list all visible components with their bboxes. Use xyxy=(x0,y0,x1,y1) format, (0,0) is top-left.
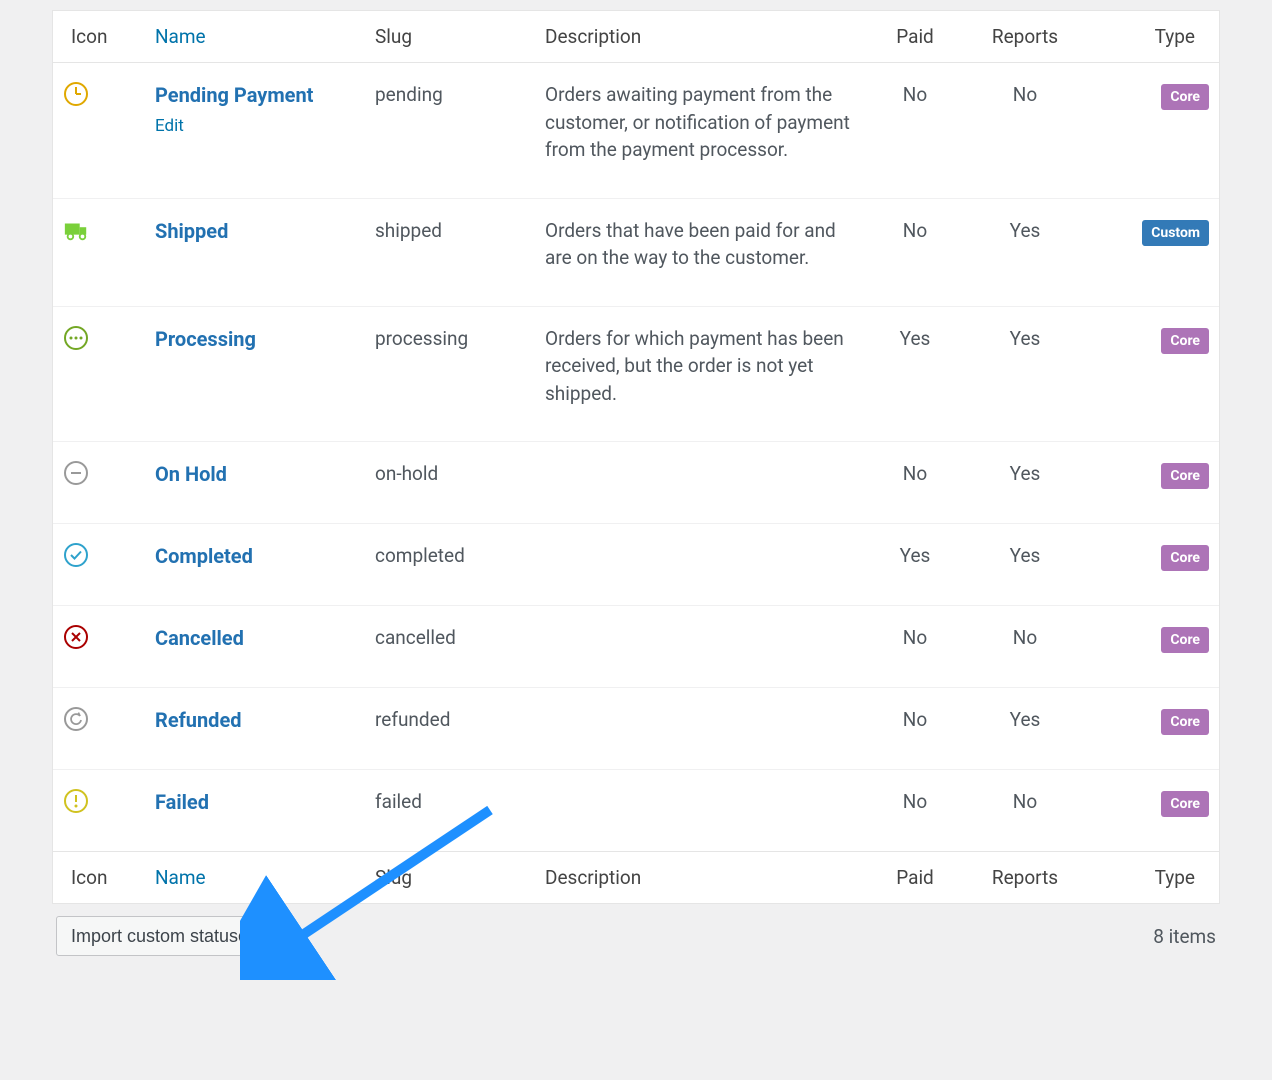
refund-icon xyxy=(53,688,145,770)
status-description xyxy=(535,688,865,770)
status-name-link[interactable]: Pending Payment xyxy=(155,83,313,107)
col-header-reports: Reports xyxy=(965,11,1085,63)
status-reports: No xyxy=(965,606,1085,688)
import-custom-statuses-button[interactable]: Import custom statuses xyxy=(56,916,272,956)
type-badge-core: Core xyxy=(1161,709,1209,735)
status-name-link[interactable]: On Hold xyxy=(155,462,227,486)
status-name-cell: Refunded xyxy=(145,688,365,770)
col-footer-name[interactable]: Name xyxy=(145,851,365,903)
status-type: Core xyxy=(1085,442,1219,524)
col-footer-slug: Slug xyxy=(365,851,535,903)
dots-icon xyxy=(53,307,145,443)
status-name-link[interactable]: Failed xyxy=(155,790,209,814)
col-footer-description: Description xyxy=(535,851,865,903)
status-description xyxy=(535,770,865,851)
status-table: Icon Name Slug Description Paid Reports … xyxy=(52,10,1220,904)
status-description xyxy=(535,524,865,606)
status-slug: pending xyxy=(365,63,535,199)
status-description xyxy=(535,442,865,524)
status-slug: shipped xyxy=(365,199,535,307)
status-name-cell: On Hold xyxy=(145,442,365,524)
type-badge-custom: Custom xyxy=(1142,220,1209,246)
status-paid: Yes xyxy=(865,307,965,443)
status-type: Core xyxy=(1085,307,1219,443)
status-slug: processing xyxy=(365,307,535,443)
table-row: Processing processingOrders for which pay… xyxy=(53,307,1219,443)
table-row: Cancelled cancelled NoNo Core xyxy=(53,606,1219,688)
alert-icon xyxy=(53,770,145,851)
table-row: Pending Payment Edit pendingOrders awaitin… xyxy=(53,63,1219,199)
table-row: Completed completed YesYes Core xyxy=(53,524,1219,606)
status-reports: Yes xyxy=(965,307,1085,443)
status-type: Core xyxy=(1085,770,1219,851)
col-footer-type: Type xyxy=(1085,851,1219,903)
status-reports: No xyxy=(965,770,1085,851)
type-badge-core: Core xyxy=(1161,791,1209,817)
status-slug: on-hold xyxy=(365,442,535,524)
type-badge-core: Core xyxy=(1161,545,1209,571)
status-name-link[interactable]: Cancelled xyxy=(155,626,244,650)
col-footer-paid: Paid xyxy=(865,851,965,903)
status-paid: No xyxy=(865,63,965,199)
table-row: Shipped shippedOrders that have been paid… xyxy=(53,199,1219,307)
col-header-description: Description xyxy=(535,11,865,63)
table-row: On Hold on-hold NoYes Core xyxy=(53,442,1219,524)
status-slug: refunded xyxy=(365,688,535,770)
status-reports: Yes xyxy=(965,199,1085,307)
status-name-cell: Shipped xyxy=(145,199,365,307)
status-description xyxy=(535,606,865,688)
status-paid: No xyxy=(865,688,965,770)
status-slug: completed xyxy=(365,524,535,606)
status-name-cell: Completed xyxy=(145,524,365,606)
status-paid: No xyxy=(865,442,965,524)
status-name-link[interactable]: Shipped xyxy=(155,219,228,243)
col-header-slug: Slug xyxy=(365,11,535,63)
status-reports: Yes xyxy=(965,442,1085,524)
status-type: Core xyxy=(1085,606,1219,688)
status-name-link[interactable]: Processing xyxy=(155,327,256,351)
col-footer-icon: Icon xyxy=(53,851,145,903)
x-icon xyxy=(53,606,145,688)
col-header-icon: Icon xyxy=(53,11,145,63)
status-reports: No xyxy=(965,63,1085,199)
status-name-link[interactable]: Refunded xyxy=(155,708,242,732)
check-icon xyxy=(53,524,145,606)
type-badge-core: Core xyxy=(1161,84,1209,110)
type-badge-core: Core xyxy=(1161,328,1209,354)
table-row: Failed failed NoNo Core xyxy=(53,770,1219,851)
edit-link[interactable]: Edit xyxy=(155,116,184,136)
status-slug: failed xyxy=(365,770,535,851)
status-type: Core xyxy=(1085,63,1219,199)
status-paid: No xyxy=(865,606,965,688)
truck-icon xyxy=(53,199,145,307)
status-slug: cancelled xyxy=(365,606,535,688)
status-reports: Yes xyxy=(965,524,1085,606)
item-count: 8 items xyxy=(1153,925,1216,948)
status-type: Core xyxy=(1085,524,1219,606)
status-reports: Yes xyxy=(965,688,1085,770)
clock-icon xyxy=(53,63,145,199)
status-name-cell: Pending Payment Edit xyxy=(145,63,365,199)
col-header-type: Type xyxy=(1085,11,1219,63)
type-badge-core: Core xyxy=(1161,463,1209,489)
table-row: Refunded refunded NoYes Core xyxy=(53,688,1219,770)
status-description: Orders for which payment has been receiv… xyxy=(535,307,865,443)
status-description: Orders awaiting payment from the custome… xyxy=(535,63,865,199)
status-type: Core xyxy=(1085,688,1219,770)
status-paid: No xyxy=(865,199,965,307)
status-name-cell: Failed xyxy=(145,770,365,851)
status-type: Custom xyxy=(1085,199,1219,307)
status-paid: Yes xyxy=(865,524,965,606)
col-header-name[interactable]: Name xyxy=(145,11,365,63)
status-paid: No xyxy=(865,770,965,851)
status-name-cell: Processing xyxy=(145,307,365,443)
col-footer-reports: Reports xyxy=(965,851,1085,903)
col-header-paid: Paid xyxy=(865,11,965,63)
status-description: Orders that have been paid for and are o… xyxy=(535,199,865,307)
minus-icon xyxy=(53,442,145,524)
status-name-link[interactable]: Completed xyxy=(155,544,253,568)
status-name-cell: Cancelled xyxy=(145,606,365,688)
type-badge-core: Core xyxy=(1161,627,1209,653)
